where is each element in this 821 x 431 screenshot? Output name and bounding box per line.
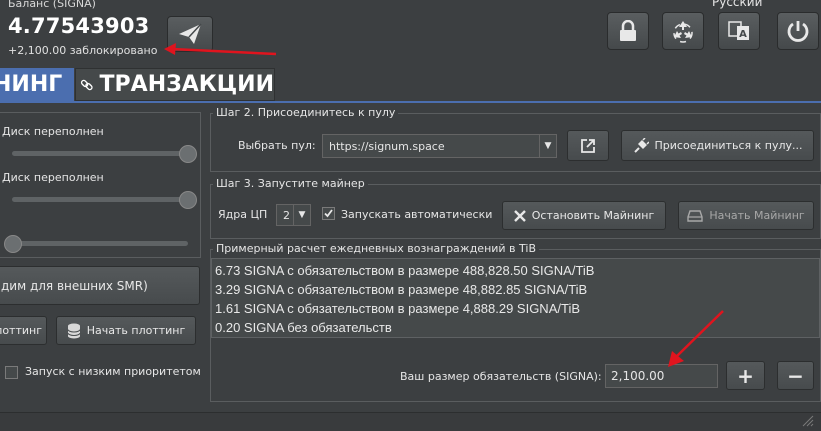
cpu-cores-label: Ядра ЦП xyxy=(218,208,268,221)
commitment-label: Ваш размер обязательств (SIGNA): xyxy=(400,370,602,383)
tab-transactions-label: ТРАНЗАКЦИИ xyxy=(99,72,274,97)
plus-icon: + xyxy=(737,363,754,388)
language-selector[interactable]: Русский xyxy=(712,0,762,9)
status-bar xyxy=(0,412,821,431)
start-plotting-label: Начать плоттинг xyxy=(86,324,186,337)
recycle-button[interactable] xyxy=(662,12,704,50)
power-icon xyxy=(787,21,809,42)
pool-select[interactable]: https://signum.space ▼ xyxy=(322,134,557,158)
close-icon xyxy=(513,209,526,222)
low-priority-label: Запуск с низким приоритетом xyxy=(25,365,201,378)
disk-slider-1-knob[interactable] xyxy=(179,145,197,163)
svg-text:A: A xyxy=(739,29,747,40)
start-mining-label: Начать Майнинг xyxy=(709,209,805,222)
minus-icon: − xyxy=(787,363,804,388)
cpu-cores-select[interactable]: 2 ▼ xyxy=(276,204,311,226)
external-link-icon xyxy=(581,138,595,153)
checkmark-icon xyxy=(324,209,333,218)
plug-icon xyxy=(633,137,649,153)
lock-button[interactable] xyxy=(607,12,649,50)
chevron-down-icon[interactable]: ▼ xyxy=(293,205,310,225)
tab-underline xyxy=(0,101,821,103)
smr-button-label: дим для внешних SMR) xyxy=(1,278,148,293)
step2-legend: Шаг 2. Присоединитесь к пулу xyxy=(213,106,399,119)
link-icon xyxy=(80,79,93,90)
tab-transactions[interactable]: ТРАНЗАКЦИИ xyxy=(75,68,275,101)
disk-slider-2[interactable] xyxy=(12,197,188,202)
commitment-value: 2,100.00 xyxy=(611,369,665,383)
estimate-line: 1.61 SIGNA с обязательством в размере 4,… xyxy=(215,301,580,316)
annotation-arrow-balance xyxy=(164,43,277,56)
hard-drive-icon xyxy=(687,209,704,222)
lock-icon xyxy=(620,20,636,41)
pool-select-value: https://signum.space xyxy=(329,139,445,153)
balance-label: Баланс (SIGNA) xyxy=(8,0,96,10)
cpu-slider-knob[interactable] xyxy=(4,235,22,253)
disk-slider-2-knob[interactable] xyxy=(179,191,197,209)
resize-grip[interactable] xyxy=(800,415,814,427)
start-mining-button[interactable]: Начать Майнинг xyxy=(678,201,814,230)
estimate-line: 3.29 SIGNA с обязательством в размере 48… xyxy=(215,282,588,297)
cpu-slider[interactable] xyxy=(12,241,188,246)
translate-icon: A xyxy=(728,21,749,40)
open-pool-button[interactable] xyxy=(567,130,609,161)
autostart-label: Запускать автоматически xyxy=(341,208,493,221)
add-commitment-button[interactable]: + xyxy=(726,361,765,390)
smr-button[interactable]: дим для внешних SMR) xyxy=(0,266,200,305)
cpu-cores-value: 2 xyxy=(283,208,290,222)
tab-mining[interactable]: НИНГ xyxy=(0,68,74,101)
disk-slider-1[interactable] xyxy=(12,151,188,156)
recycle-icon xyxy=(673,21,693,43)
start-plotting-button[interactable]: Начать плоттинг xyxy=(56,316,196,345)
stop-plotting-button[interactable]: лоттинг xyxy=(0,316,47,345)
stop-plotting-label: лоттинг xyxy=(0,324,42,337)
disk-status-2: Диск переполнен xyxy=(2,171,104,184)
estimate-line: 6.73 SIGNA с обязательством в размере 48… xyxy=(215,263,595,278)
join-pool-label: Присоединиться к пулу... xyxy=(654,139,803,152)
locked-amount: +2,100.00 заблокировано xyxy=(8,44,158,57)
remove-commitment-button[interactable]: − xyxy=(777,361,814,390)
stop-mining-label: Остановить Майнинг xyxy=(531,209,655,222)
pool-label: Выбрать пул: xyxy=(238,139,316,152)
power-button[interactable] xyxy=(777,12,819,50)
estimate-line: 0.20 SIGNA без обязательств xyxy=(215,320,392,335)
resize-grip-icon xyxy=(802,415,814,427)
chevron-down-icon[interactable]: ▼ xyxy=(539,135,556,157)
annotation-arrow-commitment xyxy=(668,310,724,367)
translate-button[interactable]: A xyxy=(718,12,760,50)
disk-status-1: Диск переполнен xyxy=(2,125,104,138)
step3-legend: Шаг 3. Запустите майнер xyxy=(213,177,368,190)
stop-mining-button[interactable]: Остановить Майнинг xyxy=(502,201,666,230)
estimate-legend: Примерный расчет ежедневных вознагражден… xyxy=(213,242,540,255)
join-pool-button[interactable]: Присоединиться к пулу... xyxy=(621,130,814,161)
database-icon xyxy=(67,323,81,338)
balance-value: 4.77543903 xyxy=(8,14,150,38)
autostart-checkbox[interactable] xyxy=(322,207,335,220)
low-priority-checkbox[interactable] xyxy=(5,366,18,379)
